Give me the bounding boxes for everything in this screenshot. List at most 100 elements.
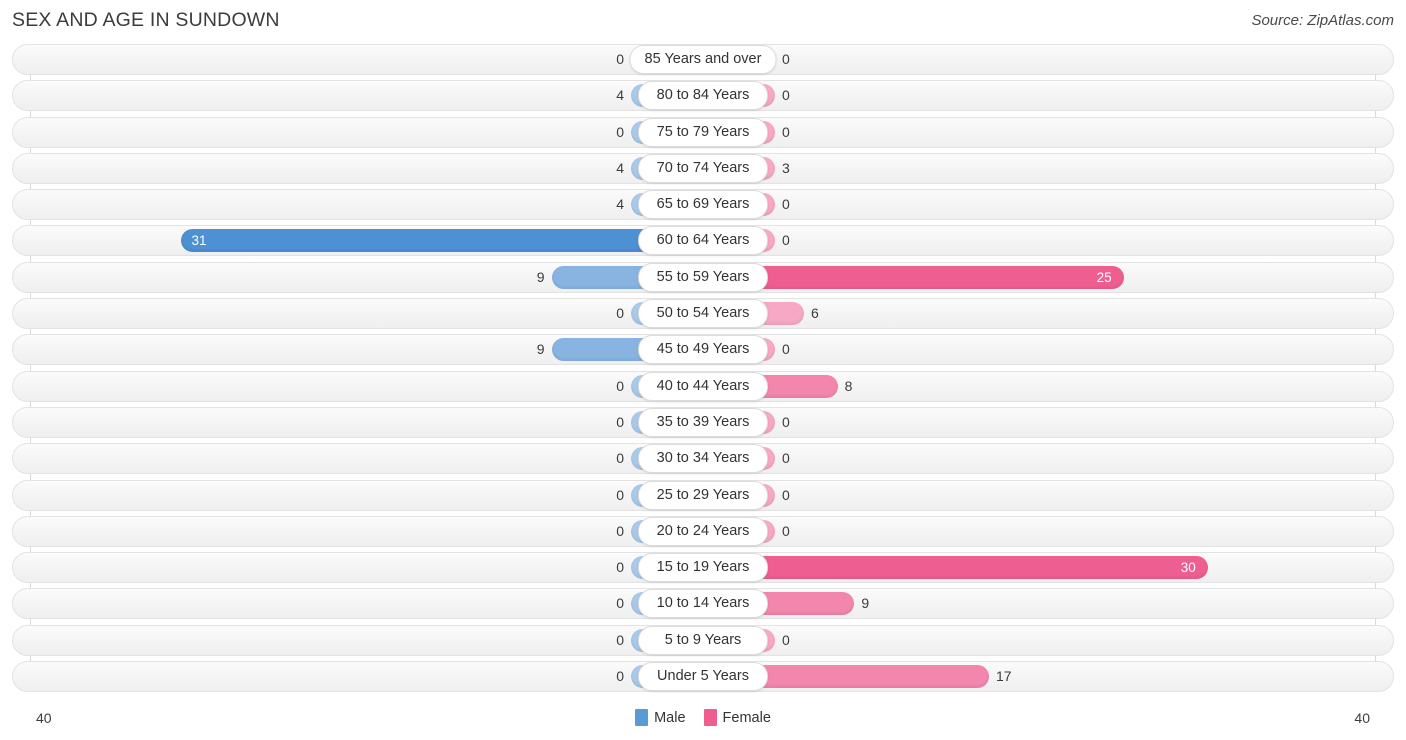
age-group-label: 85 Years and over <box>629 45 777 74</box>
male-bar-area: 31 <box>30 229 703 253</box>
chart-row: 0 0 85 Years and over <box>0 44 1406 75</box>
female-value-label: 6 <box>810 305 819 322</box>
female-bar-area: 0 <box>703 628 1375 652</box>
age-group-label: 15 to 19 Years <box>638 553 768 583</box>
female-value-label: 0 <box>782 232 790 249</box>
female-bar-area: 0 <box>703 483 1375 507</box>
male-value-label: 0 <box>616 305 624 322</box>
male-value-label: 0 <box>616 123 624 140</box>
female-bar-area: 0 <box>703 338 1375 362</box>
chart-row: 9 0 45 to 49 Years <box>0 334 1406 366</box>
female-bar-area: 0 <box>703 48 1375 71</box>
age-group-label: 35 to 39 Years <box>638 407 768 437</box>
age-group-label: 65 to 69 Years <box>638 190 768 220</box>
male-bar-area: 0 <box>30 447 703 471</box>
female-value-label: 8 <box>844 377 853 394</box>
female-bar-area: 25 <box>703 265 1375 289</box>
female-bar-area: 0 <box>703 410 1375 434</box>
page-title: SEX AND AGE IN SUNDOWN <box>12 9 280 31</box>
male-value-label: 4 <box>616 159 624 176</box>
male-bar-area: 4 <box>30 156 703 180</box>
chart-row: 0 0 35 to 39 Years <box>0 406 1406 438</box>
male-value-label: 0 <box>616 377 624 394</box>
male-bar-area: 0 <box>30 120 703 144</box>
age-group-label: 55 to 59 Years <box>638 262 768 292</box>
female-value-label: 3 <box>782 159 790 176</box>
chart-row: 31 0 60 to 64 Years <box>0 225 1406 257</box>
male-bar-area: 4 <box>30 84 703 108</box>
male-value-label: 0 <box>616 631 624 648</box>
male-value-label: 0 <box>616 595 624 612</box>
female-value-label: 0 <box>782 87 790 104</box>
chart-row: 0 0 25 to 29 Years <box>0 479 1406 511</box>
male-value-label: 4 <box>616 87 624 104</box>
female-value-label: 17 <box>996 668 1012 685</box>
age-group-label: 5 to 9 Years <box>638 625 768 655</box>
female-bar-area: 8 <box>703 374 1375 398</box>
male-bar-area: 0 <box>30 556 703 580</box>
male-bar-area: 0 <box>30 410 703 434</box>
male-bar-area: 4 <box>30 193 703 217</box>
male-bar-area: 9 <box>30 338 703 362</box>
age-group-label: Under 5 Years <box>638 662 768 692</box>
male-value-label: 0 <box>616 668 624 685</box>
legend-label-male: Male <box>654 709 686 726</box>
male-value-label: 0 <box>616 522 624 539</box>
male-color-swatch <box>635 709 649 726</box>
female-bar-area: 30 <box>703 556 1375 580</box>
chart-row: 0 9 10 to 14 Years <box>0 588 1406 620</box>
female-value-label: 0 <box>782 450 790 467</box>
male-value-label: 0 <box>616 413 624 430</box>
male-bar-area: 0 <box>30 483 703 507</box>
female-bar-area: 0 <box>703 229 1375 253</box>
female-bar[interactable]: 30 <box>703 556 1208 580</box>
female-color-swatch <box>703 709 717 726</box>
female-value-label: 0 <box>782 413 790 430</box>
female-bar-area: 3 <box>703 156 1375 180</box>
female-value-label: 25 <box>1096 269 1112 285</box>
female-bar-area: 0 <box>703 84 1375 108</box>
female-value-label: 30 <box>1180 560 1196 576</box>
legend-item-male[interactable]: Male <box>635 709 686 726</box>
legend-item-female[interactable]: Female <box>703 709 771 726</box>
male-value-label: 4 <box>616 196 624 213</box>
chart-header: SEX AND AGE IN SUNDOWN Source: ZipAtlas.… <box>0 0 1406 44</box>
chart-row: 9 25 55 to 59 Years <box>0 261 1406 293</box>
age-group-label: 60 to 64 Years <box>638 226 768 256</box>
chart-row: 4 3 70 to 74 Years <box>0 152 1406 184</box>
female-value-label: 0 <box>782 123 790 140</box>
male-value-label: 31 <box>191 233 207 249</box>
female-bar-area: 0 <box>703 193 1375 217</box>
age-group-label: 75 to 79 Years <box>638 117 768 147</box>
age-group-label: 30 to 34 Years <box>638 444 768 474</box>
source-attribution: Source: ZipAtlas.com <box>1251 12 1394 29</box>
age-group-label: 70 to 74 Years <box>638 153 768 183</box>
chart-row: 4 0 80 to 84 Years <box>0 80 1406 112</box>
male-bar-area: 0 <box>30 48 703 71</box>
male-bar-area: 0 <box>30 374 703 398</box>
chart-row: 0 6 50 to 54 Years <box>0 298 1406 330</box>
age-group-label: 40 to 44 Years <box>638 371 768 401</box>
male-value-label: 0 <box>616 51 624 67</box>
female-value-label: 0 <box>782 51 790 67</box>
male-bar-area: 0 <box>30 592 703 616</box>
chart-footer: 40 40 Male Female <box>0 703 1406 740</box>
chart-row: 0 0 5 to 9 Years <box>0 624 1406 656</box>
male-bar-area: 0 <box>30 519 703 543</box>
male-value-label: 9 <box>536 268 545 285</box>
female-value-label: 0 <box>782 486 790 503</box>
male-bar-area: 0 <box>30 665 703 689</box>
chart-row: 0 0 75 to 79 Years <box>0 116 1406 148</box>
population-pyramid-chart: 0 0 85 Years and over 4 0 80 to 84 Years 0 0 75 … <box>0 44 1406 703</box>
chart-row: 0 0 20 to 24 Years <box>0 515 1406 547</box>
chart-row: 0 30 15 to 19 Years <box>0 552 1406 584</box>
female-value-label: 9 <box>861 595 870 612</box>
female-value-label: 0 <box>782 631 790 648</box>
female-value-label: 0 <box>782 341 790 358</box>
male-bar[interactable]: 31 <box>181 229 703 253</box>
male-bar-area: 0 <box>30 302 703 326</box>
male-bar-area: 9 <box>30 265 703 289</box>
age-group-label: 25 to 29 Years <box>638 480 768 510</box>
chart-row: 0 17 Under 5 Years <box>0 661 1406 693</box>
legend-label-female: Female <box>722 709 771 726</box>
